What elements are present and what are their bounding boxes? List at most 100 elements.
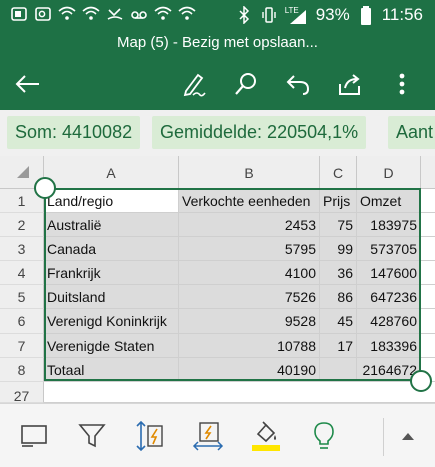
- filter-icon: [78, 424, 106, 448]
- share-icon: [339, 74, 360, 95]
- sum-chip[interactable]: Som: 4410082: [7, 116, 141, 149]
- cell-a8[interactable]: Totaal: [44, 358, 179, 382]
- ideas-lightbulb-icon: [314, 422, 334, 449]
- cell-a6[interactable]: Verenigd Koninkrijk: [44, 309, 179, 334]
- cell-d5[interactable]: 647236: [357, 285, 421, 309]
- cell-b5[interactable]: 7526: [179, 285, 320, 309]
- row-header[interactable]: 3: [0, 237, 44, 261]
- more-options-button[interactable]: [384, 66, 420, 102]
- cell-e6[interactable]: [421, 309, 435, 334]
- selection-handle-bottom-right[interactable]: [410, 370, 432, 392]
- cell-e2[interactable]: [421, 213, 435, 237]
- clock: 11:56: [381, 5, 423, 24]
- status-summary-bar: Som: 4410082 Gemiddelde: 220504,1% Aant: [0, 110, 435, 156]
- cell-e3[interactable]: [421, 237, 435, 261]
- cell-c5[interactable]: 86: [320, 285, 357, 309]
- selection-handle-top-left[interactable]: [34, 177, 56, 199]
- cell-a7[interactable]: Verenigde Staten: [44, 334, 179, 358]
- cell-b1[interactable]: Verkochte eenheden: [179, 189, 320, 213]
- system-status: LTE 93% 11:56: [235, 5, 423, 25]
- cell-b6[interactable]: 9528: [179, 309, 320, 334]
- cell-d4[interactable]: 147600: [357, 261, 421, 285]
- row-header[interactable]: 2: [0, 213, 44, 237]
- app-toolbar: [0, 58, 435, 110]
- expand-commands-button[interactable]: [388, 418, 428, 454]
- more-options-icon: [399, 73, 405, 95]
- cell-a5[interactable]: Duitsland: [44, 285, 179, 309]
- cell-a3[interactable]: Canada: [44, 237, 179, 261]
- cell-e4[interactable]: [421, 261, 435, 285]
- cell-e5[interactable]: [421, 285, 435, 309]
- fill-color-button[interactable]: [246, 418, 286, 454]
- column-header-a[interactable]: A: [44, 156, 179, 189]
- fill-color-swatch: [252, 445, 280, 451]
- status-bar: LTE 93% 11:56: [0, 0, 435, 32]
- cell-e7[interactable]: [421, 334, 435, 358]
- column-header-b[interactable]: B: [179, 156, 320, 189]
- missed-call-icon: [106, 6, 124, 24]
- cell-c3[interactable]: 99: [320, 237, 357, 261]
- column-header-d[interactable]: D: [357, 156, 421, 189]
- row-header[interactable]: 5: [0, 285, 44, 309]
- draw-pen-icon: [183, 73, 206, 97]
- cell-c1[interactable]: Prijs: [320, 189, 357, 213]
- cell-c4[interactable]: 36: [320, 261, 357, 285]
- cell-c2[interactable]: 75: [320, 213, 357, 237]
- column-header-e[interactable]: [421, 156, 435, 189]
- back-button[interactable]: [10, 66, 46, 102]
- sort-icon: [136, 420, 163, 452]
- expand-up-icon: [402, 433, 414, 440]
- cell-a2[interactable]: Australië: [44, 213, 179, 237]
- battery-percentage: 93%: [315, 5, 350, 24]
- share-button[interactable]: [332, 66, 368, 102]
- search-button[interactable]: [228, 66, 264, 102]
- cell-b7[interactable]: 10788: [179, 334, 320, 358]
- cell-d7[interactable]: 183396: [357, 334, 421, 358]
- bluetooth-icon: [235, 5, 253, 25]
- draw-button[interactable]: [176, 66, 212, 102]
- flash-fill-icon: [192, 422, 224, 451]
- toolbar-divider: [383, 418, 384, 456]
- battery-icon: [357, 6, 375, 25]
- row-header[interactable]: 6: [0, 309, 44, 334]
- fill-color-icon: [252, 421, 280, 451]
- cell-b4[interactable]: 4100: [179, 261, 320, 285]
- ideas-button[interactable]: [304, 418, 344, 454]
- row-header[interactable]: 8: [0, 358, 44, 382]
- average-chip[interactable]: Gemiddelde: 220504,1%: [152, 116, 367, 149]
- row-header[interactable]: 4: [0, 261, 44, 285]
- cell-d1[interactable]: Omzet: [357, 189, 421, 213]
- cell-a4[interactable]: Frankrijk: [44, 261, 179, 285]
- cell-a1[interactable]: Land/regio: [44, 189, 179, 213]
- bottom-command-bar: [0, 403, 435, 467]
- select-table-button[interactable]: [14, 418, 54, 454]
- office-app-icon: [10, 6, 28, 24]
- select-table-icon: [21, 425, 47, 447]
- cell-e1[interactable]: [421, 189, 435, 213]
- row-header[interactable]: 27: [0, 382, 44, 403]
- count-chip[interactable]: Aant: [388, 116, 435, 149]
- cell-d3[interactable]: 573705: [357, 237, 421, 261]
- cell-d2[interactable]: 183975: [357, 213, 421, 237]
- undo-button[interactable]: [280, 66, 316, 102]
- flash-fill-button[interactable]: [188, 418, 228, 454]
- filter-button[interactable]: [72, 418, 112, 454]
- cell-row-27[interactable]: [44, 382, 435, 403]
- cell-c6[interactable]: 45: [320, 309, 357, 334]
- lte-signal-icon: LTE: [285, 6, 309, 24]
- select-all-icon: [17, 166, 29, 178]
- cell-c7[interactable]: 17: [320, 334, 357, 358]
- undo-icon: [286, 75, 310, 95]
- wifi-icon: [58, 6, 76, 24]
- sort-button[interactable]: [130, 418, 170, 454]
- cell-b3[interactable]: 5795: [179, 237, 320, 261]
- cell-c8[interactable]: [320, 358, 357, 382]
- row-header[interactable]: 7: [0, 334, 44, 358]
- cell-b2[interactable]: 2453: [179, 213, 320, 237]
- wifi-icon: [154, 6, 172, 24]
- wifi-icon: [82, 6, 100, 24]
- column-header-c[interactable]: C: [320, 156, 357, 189]
- cell-d6[interactable]: 428760: [357, 309, 421, 334]
- cell-b8[interactable]: 40190: [179, 358, 320, 382]
- wifi-icon: [178, 6, 196, 24]
